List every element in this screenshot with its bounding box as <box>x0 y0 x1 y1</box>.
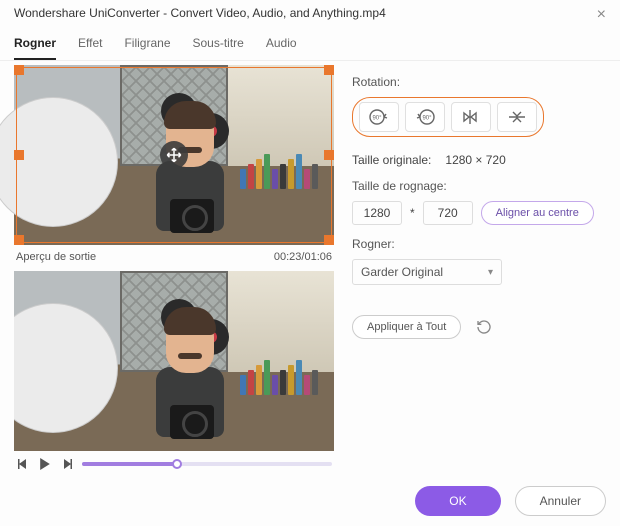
rotate-cw-button[interactable]: 90° <box>405 102 445 132</box>
output-preview <box>14 271 334 451</box>
time-indicator: 00:23/01:06 <box>274 251 332 263</box>
crop-width-input[interactable]: 1280 <box>352 201 402 225</box>
svg-text:90°: 90° <box>372 116 382 122</box>
crop-handle-br[interactable] <box>324 235 334 245</box>
original-size-value: 1280 × 720 <box>445 153 505 167</box>
crop-handle-l[interactable] <box>14 150 24 160</box>
aspect-ratio-select[interactable]: Garder Original ▾ <box>352 259 502 285</box>
tab-audio[interactable]: Audio <box>266 32 297 60</box>
window-title: Wondershare UniConverter - Convert Video… <box>14 6 386 20</box>
ok-button[interactable]: OK <box>415 486 500 516</box>
seek-thumb[interactable] <box>172 459 182 469</box>
apply-all-button[interactable]: Appliquer à Tout <box>352 315 461 339</box>
rotation-label: Rotation: <box>352 75 606 89</box>
output-preview-label: Aperçu de sortie <box>16 251 96 263</box>
cancel-button[interactable]: Annuler <box>515 486 606 516</box>
chevron-down-icon: ▾ <box>488 267 493 278</box>
tab-effet[interactable]: Effet <box>78 32 102 60</box>
crop-size-label: Taille de rognage: <box>352 179 606 193</box>
crop-height-input[interactable]: 720 <box>423 201 473 225</box>
tab-soustitre[interactable]: Sous-titre <box>193 32 244 60</box>
center-button[interactable]: Aligner au centre <box>481 201 594 225</box>
aspect-ratio-value: Garder Original <box>361 265 443 279</box>
prev-frame-button[interactable] <box>16 457 30 471</box>
rogner-label: Rogner: <box>352 237 606 251</box>
close-icon[interactable]: × <box>597 6 606 24</box>
next-frame-button[interactable] <box>60 457 74 471</box>
move-icon[interactable] <box>160 141 188 169</box>
player-controls <box>14 451 334 471</box>
play-button[interactable] <box>38 457 52 471</box>
crop-handle-tr[interactable] <box>324 65 334 75</box>
crop-handle-bl[interactable] <box>14 235 24 245</box>
tab-filigrane[interactable]: Filigrane <box>124 32 170 60</box>
reset-icon[interactable] <box>475 318 493 336</box>
tab-rogner[interactable]: Rogner <box>14 32 56 60</box>
crop-handle-r[interactable] <box>324 150 334 160</box>
crop-handle-tl[interactable] <box>14 65 24 75</box>
seek-track[interactable] <box>82 462 332 466</box>
seek-progress <box>82 462 177 466</box>
flip-vertical-button[interactable] <box>497 102 537 132</box>
dim-separator: * <box>410 206 415 220</box>
rotation-group: 90° 90° <box>352 97 544 137</box>
flip-horizontal-button[interactable] <box>451 102 491 132</box>
original-size-label: Taille originale: <box>352 153 431 167</box>
rotate-ccw-button[interactable]: 90° <box>359 102 399 132</box>
tabs: Rogner Effet Filigrane Sous-titre Audio <box>0 24 620 61</box>
crop-preview[interactable] <box>14 65 334 245</box>
svg-text:90°: 90° <box>422 116 432 122</box>
